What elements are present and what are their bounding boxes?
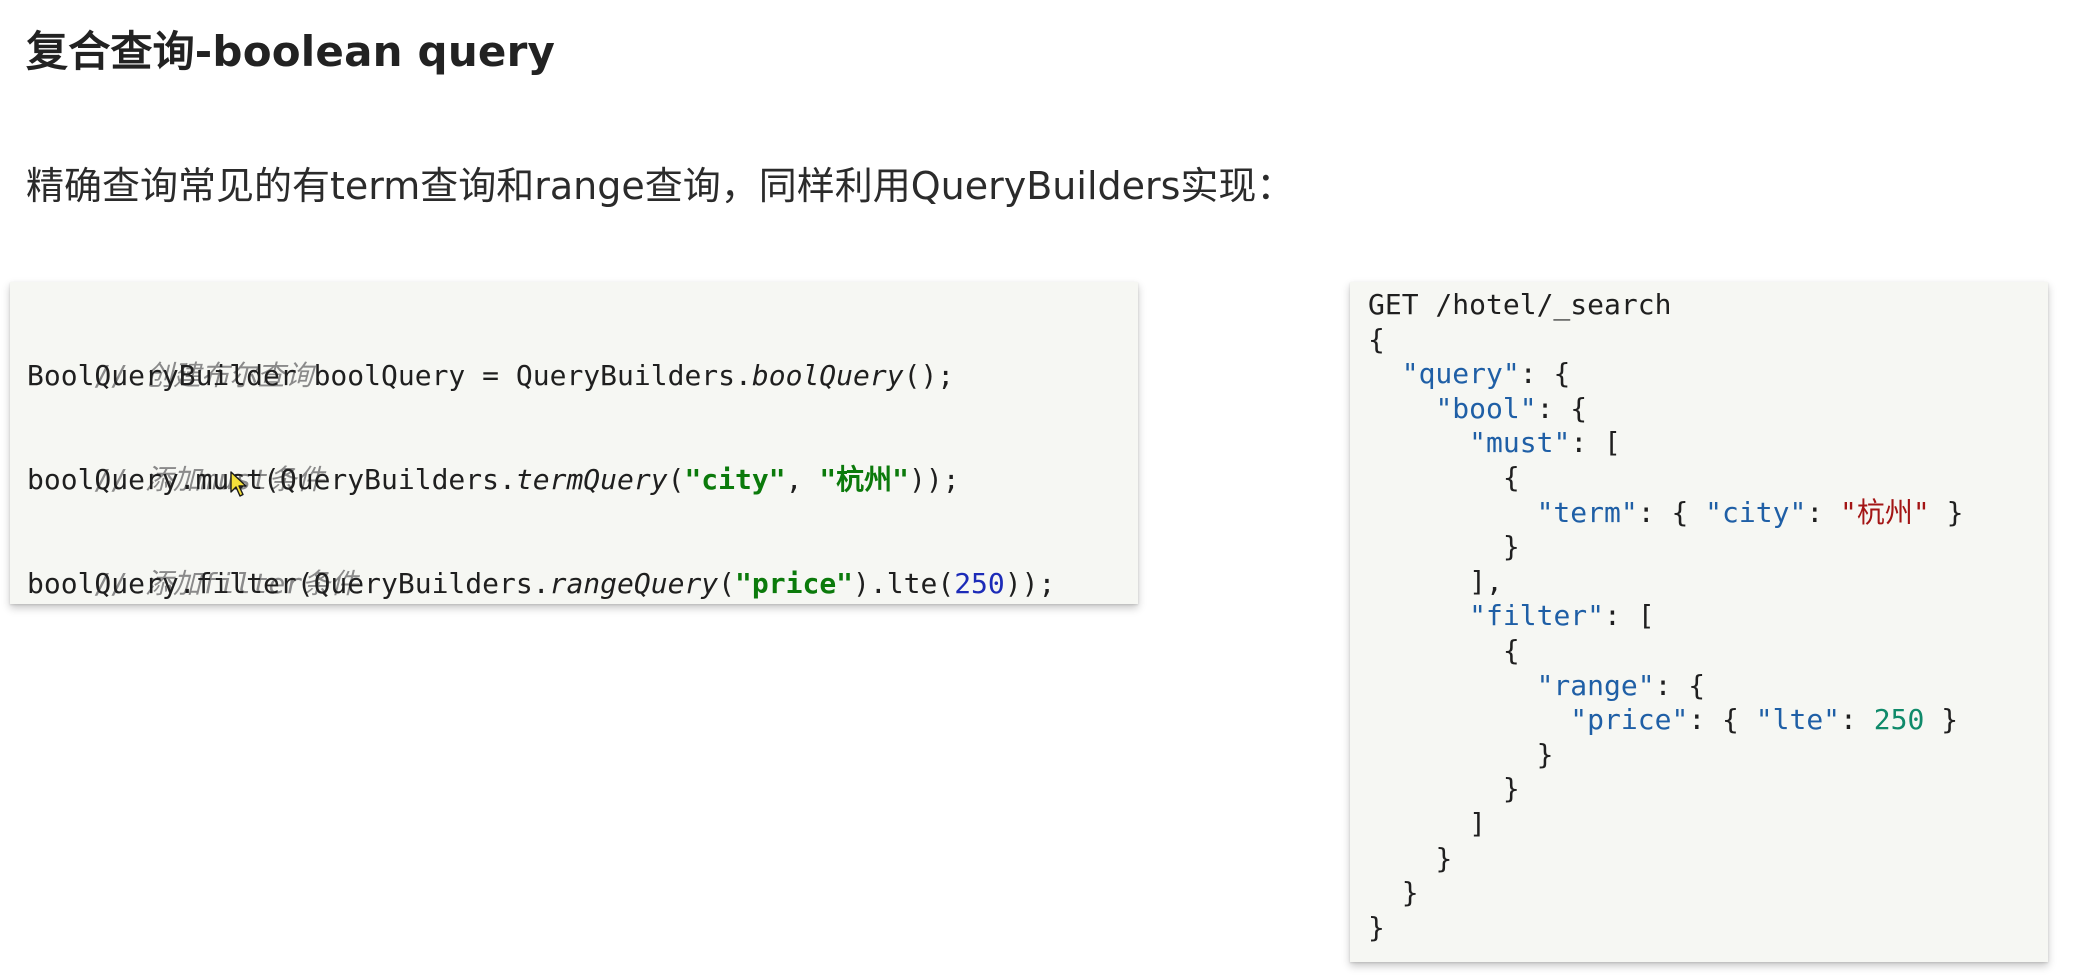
json-punct: : { [1637,495,1706,529]
json-line: } [1368,911,2048,946]
code-token: ( [718,567,736,600]
code-token: , [785,463,820,496]
json-brace: { [1368,322,1385,356]
method-name: rangeQuery [549,567,719,600]
json-punct: : { [1519,357,1571,391]
json-line: "range": { [1368,669,2048,704]
string-literal: "city" [684,463,786,496]
json-string-value: "杭州" [1840,495,1930,529]
json-line: } [1368,530,2048,565]
code-comment-add-filter: // 添加filter条件 [27,506,1138,600]
json-punct: : { [1654,668,1706,702]
json-key: "range" [1536,668,1655,702]
json-punct: : [ [1604,599,1655,633]
json-brace: ] [1469,806,1487,840]
json-key: "price" [1570,703,1689,737]
json-line: } [1368,876,2048,911]
json-line: "term": { "city": "杭州" } [1368,496,2048,531]
json-line: } [1368,772,2048,807]
code-comment-create-bool: // 创建布尔查询 [27,298,1138,392]
code-comment-add-must: // 添加must条件 [27,402,1138,496]
string-literal: "price" [735,567,854,600]
json-key: "bool" [1435,391,1537,425]
json-number-value: 250 [1873,703,1925,737]
code-token: boolQuery.filter(QueryBuilders. [27,567,550,600]
json-punct: : { [1536,391,1588,425]
json-key: "query" [1401,357,1520,391]
mouse-pointer-icon [230,471,247,497]
json-brace: } [1502,530,1520,564]
json-brace: } [1368,910,1385,944]
code-token: ).lte( [853,567,955,600]
method-name: boolQuery [751,359,904,392]
number-literal: 250 [954,567,1005,600]
json-line: "price": { "lte": 250 } [1368,703,2048,738]
json-key: "lte" [1755,703,1841,737]
json-punct: : [ [1570,426,1621,460]
json-line: } [1368,842,2048,877]
json-line: "filter": [ [1368,599,2048,634]
json-line: ] [1368,807,2048,842]
json-line: ], [1368,565,2048,600]
json-punct: } [1929,495,1964,529]
code-token: (); [903,359,955,392]
string-literal: "杭州" [819,463,910,496]
code-token: )); [1004,567,1056,600]
json-line: "query": { [1368,357,2048,392]
code-line-bool-query-builder: BoolQueryBuilder boolQuery = QueryBuilde… [27,350,1138,402]
json-brace: } [1401,876,1419,910]
json-line: "must": [ [1368,426,2048,461]
dsl-json-code-block[interactable]: GET /hotel/_search { "query": { "bool": … [1350,282,2048,962]
json-brace: } [1502,772,1520,806]
request-line: GET /hotel/_search [1368,288,1672,321]
java-code-block[interactable]: // 创建布尔查询 BoolQueryBuilder boolQuery = Q… [10,282,1138,604]
code-token: ( [667,463,685,496]
page-title: 复合查询-boolean query [26,27,556,76]
intro-paragraph: 精确查询常见的有term查询和range查询，同样利用QueryBuilders… [26,164,1295,208]
json-line: { [1368,461,2048,496]
json-key: "must" [1469,426,1571,460]
json-line: "bool": { [1368,392,2048,427]
json-line: { [1368,634,2048,669]
json-punct: } [1924,703,1959,737]
json-brace: } [1536,737,1554,771]
json-line: } [1368,738,2048,773]
json-brace: ], [1469,564,1503,598]
json-key: "filter" [1469,599,1605,633]
code-token: boolQuery.must(QueryBuilders. [27,463,516,496]
json-punct: : [1806,495,1841,529]
json-brace: } [1435,841,1453,875]
json-punct: : [1840,703,1874,737]
code-line-filter-range: boolQuery.filter(QueryBuilders.rangeQuer… [27,558,1138,610]
json-brace: { [1502,633,1520,667]
json-punct: : { [1688,703,1756,737]
code-line-must-term: boolQuery.must(QueryBuilders.termQuery("… [27,454,1138,506]
code-token: )); [909,463,960,496]
json-key: "term" [1536,495,1638,529]
json-brace: { [1502,460,1520,494]
code-token: BoolQueryBuilder boolQuery = QueryBuilde… [27,359,752,392]
json-line: { [1368,323,2048,358]
method-name: termQuery [515,463,668,496]
json-key: "city" [1705,495,1807,529]
